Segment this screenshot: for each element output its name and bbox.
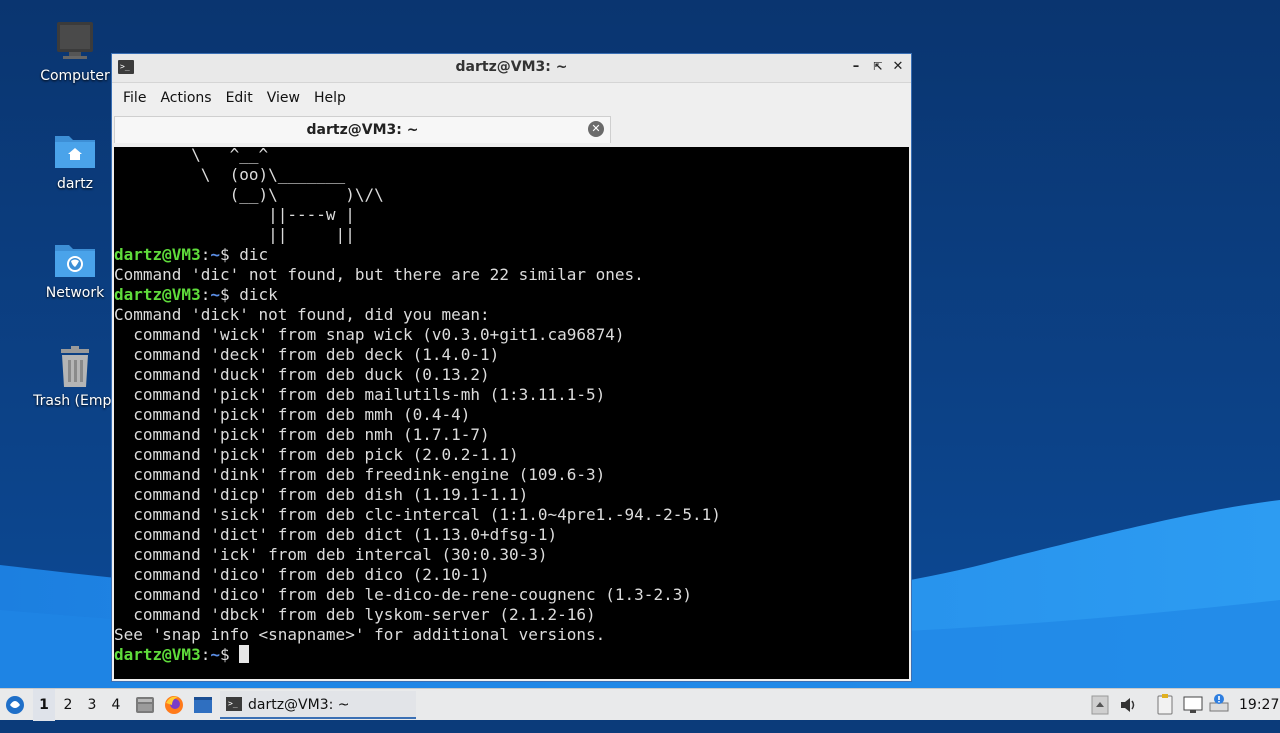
file-manager-icon (136, 697, 154, 713)
menu-view[interactable]: View (260, 90, 307, 106)
terminal-output-line: command 'pick' from deb mailutils-mh (1:… (114, 385, 606, 404)
terminal-app-icon: >_ (226, 697, 242, 711)
terminal-output-line: \ ^__^ (114, 147, 269, 164)
prompt-user: dartz@VM3 (114, 645, 201, 664)
workspace-2[interactable]: 2 (57, 689, 79, 721)
terminal-output-line: command 'dict' from deb dict (1.13.0+dfs… (114, 525, 558, 544)
volume-button[interactable] (1118, 689, 1138, 721)
menu-actions[interactable]: Actions (153, 90, 218, 106)
terminal-lines: \ ^__^ \ (oo)\_______ (__)\ )\/\ ||----w… (114, 147, 721, 665)
tray-expand-button[interactable] (1090, 689, 1110, 721)
terminal-output-line: command 'deck' from deb deck (1.4.0-1) (114, 345, 500, 364)
terminal-output-line: command 'pick' from deb pick (2.0.2-1.1) (114, 445, 519, 464)
file-manager-launcher[interactable] (134, 689, 156, 721)
terminal-output-line: command 'dicp' from deb dish (1.19.1-1.1… (114, 485, 529, 504)
prompt-path: ~ (210, 285, 220, 304)
terminal-output-line: command 'dico' from deb le-dico-de-rene-… (114, 585, 692, 604)
show-desktop-icon (194, 697, 212, 713)
terminal-output-line: command 'dink' from deb freedink-engine … (114, 465, 606, 484)
menu-file[interactable]: File (116, 90, 153, 106)
home-folder-icon (53, 128, 97, 172)
terminal-output-line: command 'ick' from deb intercal (30:0.30… (114, 545, 548, 564)
show-desktop-launcher[interactable] (192, 689, 214, 721)
terminal-tab[interactable]: dartz@VM3: ~ ✕ (114, 116, 611, 143)
clock[interactable]: 19:27 (1239, 689, 1279, 721)
terminal-output-line: Command 'dic' not found, but there are 2… (114, 265, 644, 284)
window-title: dartz@VM3: ~ (455, 59, 568, 75)
minimize-icon[interactable]: – (847, 58, 865, 76)
maximize-icon[interactable]: ⇱ (869, 58, 887, 76)
terminal-window[interactable]: >_ dartz@VM3: ~ – ⇱ ✕ File Actions Edit … (111, 53, 912, 682)
prompt-command: $ (219, 645, 240, 664)
workspace-3[interactable]: 3 (81, 689, 103, 721)
firefox-launcher[interactable] (163, 689, 185, 721)
terminal-output-line: command 'duck' from deb duck (0.13.2) (114, 365, 490, 384)
prompt-user: dartz@VM3 (114, 285, 201, 304)
terminal-output-line: (__)\ )\/\ (114, 185, 384, 204)
notification-icon (1209, 694, 1229, 712)
terminal-prompt-line: dartz@VM3:~$ (114, 645, 721, 665)
network-folder-icon (53, 237, 97, 281)
terminal-output-line: command 'pick' from deb mmh (0.4-4) (114, 405, 471, 424)
volume-icon (1121, 698, 1135, 712)
prompt-path: ~ (210, 245, 220, 264)
terminal-output-line: command 'pick' from deb nmh (1.7.1-7) (114, 425, 490, 444)
notification-button[interactable] (1208, 689, 1230, 721)
terminal-output[interactable]: \ ^__^ \ (oo)\_______ (__)\ )\/\ ||----w… (114, 147, 909, 679)
terminal-prompt-line: dartz@VM3:~$ dick (114, 285, 278, 304)
menu-edit[interactable]: Edit (219, 90, 260, 106)
workspace-4[interactable]: 4 (105, 689, 127, 721)
network-monitor-icon (1183, 696, 1203, 713)
terminal-prompt-line: dartz@VM3:~$ dic (114, 245, 269, 264)
terminal-output-line: || || (114, 225, 355, 244)
trash-icon (53, 345, 97, 389)
terminal-output-line: command 'dico' from deb dico (2.10-1) (114, 565, 490, 584)
prompt-command: $ dic (219, 245, 269, 264)
tab-close-icon[interactable]: ✕ (588, 121, 604, 137)
prompt-path: ~ (210, 645, 220, 664)
menu-help[interactable]: Help (307, 90, 353, 106)
window-titlebar[interactable]: >_ dartz@VM3: ~ – ⇱ ✕ (112, 54, 911, 83)
terminal-cursor (239, 645, 250, 663)
tray-arrow-icon (1091, 695, 1109, 715)
tab-bar: dartz@VM3: ~ ✕ (112, 113, 911, 147)
close-icon[interactable]: ✕ (889, 58, 907, 76)
network-monitor-button[interactable] (1182, 689, 1204, 721)
terminal-output-line: Command 'dick' not found, did you mean: (114, 305, 490, 324)
terminal-output-line: ||----w | (114, 205, 355, 224)
terminal-output-line: command 'dbck' from deb lyskom-server (2… (114, 605, 596, 624)
clipboard-button[interactable] (1154, 689, 1176, 721)
taskbar: 1 2 3 4 >_ dartz@VM3: ~ 19:27 (0, 688, 1280, 721)
start-menu-icon (6, 696, 24, 714)
tab-label: dartz@VM3: ~ (306, 122, 419, 138)
firefox-icon (165, 696, 183, 714)
start-menu-button[interactable] (4, 689, 28, 721)
clipboard-icon (1157, 694, 1173, 715)
prompt-user: dartz@VM3 (114, 245, 201, 264)
terminal-output-line: \ (oo)\_______ (114, 165, 346, 184)
menu-bar: File Actions Edit View Help (112, 83, 911, 113)
computer-icon (53, 20, 97, 64)
taskbar-task-terminal[interactable]: >_ dartz@VM3: ~ (220, 691, 416, 719)
workspace-1[interactable]: 1 (33, 689, 55, 721)
terminal-output-line: command 'wick' from snap wick (v0.3.0+gi… (114, 325, 625, 344)
prompt-command: $ dick (219, 285, 278, 304)
terminal-output-line: command 'sick' from deb clc-intercal (1:… (114, 505, 721, 524)
terminal-output-line: See 'snap info <snapname>' for additiona… (114, 625, 606, 644)
task-label: dartz@VM3: ~ (248, 697, 350, 713)
